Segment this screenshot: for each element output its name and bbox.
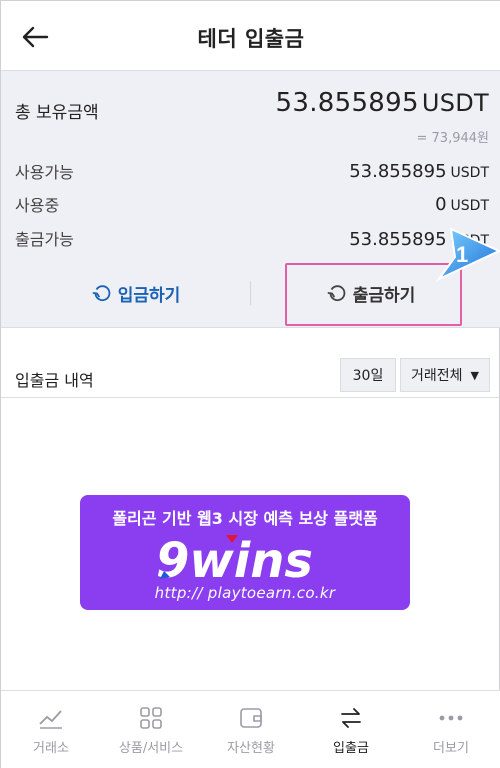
deposit-label: 입금하기	[117, 285, 181, 306]
page-title: 테더 입출금	[197, 27, 305, 51]
krw-equivalent: = 73,944원	[416, 131, 489, 146]
banner-headline: 폴리곤 기반 웹3 시장 예측 보상 플랫폼	[112, 509, 378, 528]
history-title: 입출금 내역	[15, 371, 94, 390]
step-number: 1	[456, 242, 468, 267]
svg-text:9wins: 9wins	[156, 533, 313, 583]
period-filter-label: 30일	[352, 368, 384, 384]
balance-row-withdrawable: 출금가능 53.855895USDT	[1, 226, 500, 252]
tab-label: 입출금	[333, 741, 369, 756]
history-bar: 입출금 내역 30일 거래전체 ▼	[1, 355, 500, 398]
app-frame: 테더 입출금 총 보유금액 53.855895 USDT = 73,944원 사용…	[0, 0, 500, 768]
balance-row-value: 0 USDT	[435, 194, 489, 215]
action-divider	[250, 281, 251, 305]
type-filter-dropdown[interactable]: 거래전체 ▼	[400, 358, 490, 392]
promo-banner[interactable]: 폴리곤 기반 웹3 시장 예측 보상 플랫폼 9wins http:// pla…	[80, 495, 410, 610]
balance-row-label: 사용가능	[15, 163, 74, 182]
tab-transfer[interactable]: 입출금	[301, 691, 401, 768]
bottom-tab-bar: 거래소 상품/서비스 자산현황 입출금 더보기	[1, 690, 500, 768]
transfer-arrows-icon	[338, 705, 364, 731]
more-dots-icon	[438, 705, 464, 731]
tab-label: 더보기	[433, 741, 469, 756]
grid-icon	[138, 705, 164, 731]
balance-row-label: 사용중	[15, 196, 60, 215]
header: 테더 입출금	[1, 1, 500, 71]
balance-row-unit: USDT	[450, 198, 489, 214]
balance-row-amount: 0	[435, 194, 447, 215]
pointer-arrow-icon: 1	[435, 227, 500, 282]
balance-row-value: 53.855895USDT	[349, 161, 489, 182]
tab-more[interactable]: 더보기	[401, 691, 500, 768]
9wins-logo: 9wins	[156, 533, 313, 583]
tab-label: 자산현황	[227, 741, 275, 756]
caret-down-icon: ▼	[470, 368, 479, 382]
total-balance-label: 총 보유금액	[15, 103, 99, 123]
tab-label: 상품/서비스	[118, 741, 184, 756]
tab-label: 거래소	[33, 741, 69, 756]
balance-row-available: 사용가능 53.855895 USDT	[1, 159, 500, 185]
balance-row-label: 출금가능	[15, 230, 74, 249]
total-balance-unit: USDT	[421, 89, 489, 117]
refresh-icon	[92, 283, 112, 303]
balance-row-unit: USDT	[450, 165, 489, 181]
total-balance-value: 53.855895 USDT	[276, 88, 489, 118]
total-balance-amount: 53.855895	[275, 88, 419, 118]
type-filter-label: 거래전체	[411, 368, 463, 384]
deposit-button[interactable]: 입금하기	[71, 277, 201, 309]
balance-row-amount: 53.855895	[349, 161, 447, 182]
balance-row-in-use: 사용중 0 USDT	[1, 192, 500, 218]
tab-products[interactable]: 상품/서비스	[101, 691, 201, 768]
tab-exchange[interactable]: 거래소	[1, 691, 101, 768]
chart-line-icon	[38, 705, 64, 731]
banner-url: http:// playtoearn.co.kr	[154, 584, 336, 602]
period-filter-button[interactable]: 30일	[340, 358, 396, 392]
wallet-icon	[238, 705, 264, 731]
tab-assets[interactable]: 자산현황	[201, 691, 301, 768]
